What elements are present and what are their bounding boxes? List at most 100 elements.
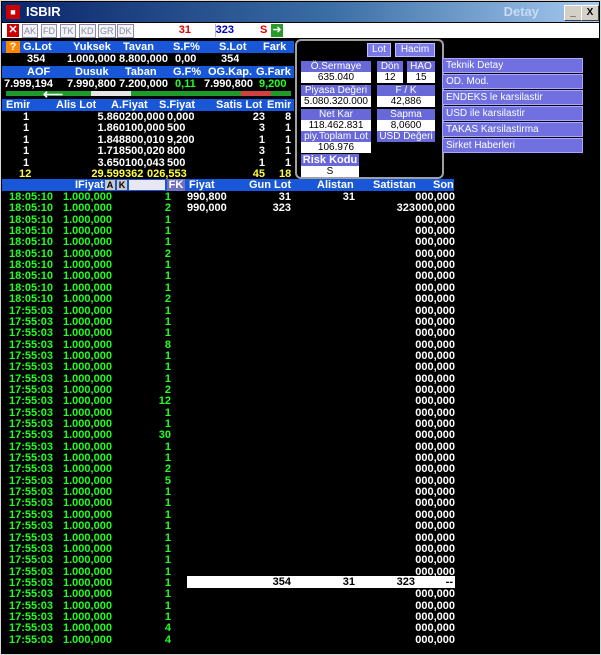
trade-price: 1.000,000 bbox=[63, 576, 112, 589]
sapma-value: 8,0600 bbox=[377, 120, 435, 131]
hacim-button[interactable]: Hacim bbox=[395, 43, 435, 57]
trade-son: 000,000 bbox=[415, 486, 455, 499]
trade-time: 17:55:03 bbox=[9, 349, 54, 362]
trade-price: 1.000,000 bbox=[63, 565, 112, 578]
trade-son: 000,000 bbox=[415, 304, 455, 317]
trade-time: 17:55:03 bbox=[9, 327, 54, 340]
trades-k-toggle[interactable]: K bbox=[117, 180, 127, 190]
trade-price: 1.000,000 bbox=[63, 588, 112, 601]
depth-emir2: 1 bbox=[285, 145, 292, 158]
depth-satislot: 3 bbox=[258, 145, 265, 158]
depth-emir: 1 bbox=[23, 122, 30, 135]
right-scroll-area[interactable] bbox=[583, 39, 599, 653]
trade-price: 1.000,000 bbox=[63, 202, 112, 215]
trade-lot: 2 bbox=[164, 202, 171, 215]
trade-time: 17:55:03 bbox=[9, 406, 54, 419]
trade-son: 000,000 bbox=[415, 508, 455, 521]
minimize-button[interactable]: _ bbox=[564, 5, 582, 21]
help-icon[interactable]: ? bbox=[6, 41, 20, 53]
trade-price: 1.000,000 bbox=[63, 293, 112, 306]
trade-son: 000,000 bbox=[415, 406, 455, 419]
trade-son: 000,000 bbox=[415, 610, 455, 623]
summary-v-glot: 354 bbox=[27, 53, 46, 65]
trade-lot: 1 bbox=[164, 281, 171, 294]
depth-h-sfiyat: S.Fiyat bbox=[159, 99, 196, 111]
trade-lot: 1 bbox=[164, 497, 171, 510]
trade-son: 000,000 bbox=[415, 327, 455, 340]
tab-ak[interactable]: AK bbox=[22, 24, 39, 38]
title-bar[interactable]: ■ ISBIR Detay _ X bbox=[2, 2, 599, 22]
trade-price: 1.000,000 bbox=[63, 633, 112, 646]
tab-dk[interactable]: DK bbox=[117, 24, 134, 38]
risk-kodu-value: S bbox=[301, 166, 359, 177]
usd-compare-button[interactable]: USD ile karsilastir bbox=[442, 106, 583, 121]
trade-son: 000,000 bbox=[415, 338, 455, 351]
teknik-detay-button[interactable]: Teknik Detay bbox=[442, 58, 583, 73]
depth-h-satislot: Satis Lot bbox=[216, 99, 263, 111]
tab-gr[interactable]: GR bbox=[98, 24, 116, 38]
trade-time: 17:55:03 bbox=[9, 474, 54, 487]
trade-lot: 4 bbox=[164, 633, 171, 646]
trade-time: 18:05:10 bbox=[9, 236, 54, 249]
tab-fd[interactable]: FD bbox=[41, 24, 57, 38]
sirket-haberleri-button[interactable]: Sirket Haberleri bbox=[442, 138, 583, 153]
info-panel: Lot Hacim Ö.Sermaye 635.040 Dön 12 HAO 1… bbox=[295, 39, 444, 179]
depth-h-emir: Emir bbox=[6, 99, 31, 111]
trade-lot: 1 bbox=[164, 315, 171, 328]
trade-son: 000,000 bbox=[415, 497, 455, 510]
depth-alislot: 1.718 bbox=[97, 145, 125, 158]
endeks-compare-button[interactable]: ENDEKS le karsilastir bbox=[442, 90, 583, 105]
detail-satistan: 323 bbox=[396, 202, 415, 215]
trade-son: 000,000 bbox=[415, 236, 455, 249]
trade-price: 1.000,000 bbox=[63, 610, 112, 623]
trade-lot: 1 bbox=[164, 610, 171, 623]
od-mod-button[interactable]: OD. Mod. bbox=[442, 74, 583, 89]
trade-lot: 4 bbox=[164, 622, 171, 635]
detail-gunlot: 323 bbox=[272, 202, 291, 215]
trade-time: 18:05:10 bbox=[9, 270, 54, 283]
piyasa-value: 5.080.320.000 bbox=[301, 96, 371, 107]
trade-lot: 30 bbox=[158, 429, 171, 442]
trade-time: 17:55:03 bbox=[9, 486, 54, 499]
trade-son: 000,000 bbox=[415, 531, 455, 544]
trade-son: 000,000 bbox=[415, 225, 455, 238]
arrow-right-icon[interactable]: ➜ bbox=[271, 24, 283, 37]
trades-h-fk[interactable]: FK bbox=[167, 179, 185, 191]
trades-a-toggle[interactable]: A bbox=[105, 180, 115, 190]
lot-button[interactable]: Lot bbox=[367, 43, 391, 57]
trade-son: 000,000 bbox=[415, 599, 455, 612]
tab-tk[interactable]: TK bbox=[60, 24, 76, 38]
trade-lot: 1 bbox=[164, 304, 171, 317]
depth-afiyat: 200,000 bbox=[125, 111, 165, 123]
takas-compare-button[interactable]: TAKAS Karsilastirma bbox=[442, 122, 583, 137]
footer-alistan: 31 bbox=[342, 576, 355, 588]
toolbar-right-value[interactable]: 323 bbox=[194, 24, 234, 37]
netkar-value: 118.462.831 bbox=[301, 120, 371, 131]
trade-price: 1.000,000 bbox=[63, 520, 112, 533]
trade-lot: 8 bbox=[164, 338, 171, 351]
trades-filter-box[interactable] bbox=[129, 180, 165, 190]
trade-price: 1.000,000 bbox=[63, 474, 112, 487]
tab-kd[interactable]: KD bbox=[79, 24, 96, 38]
trade-son: 000,000 bbox=[415, 395, 455, 408]
summary-h-gfark: G.Fark bbox=[256, 66, 291, 78]
trade-price: 1.000,000 bbox=[63, 440, 112, 453]
trade-son: 000,000 bbox=[415, 418, 455, 430]
trade-price: 1.000,000 bbox=[63, 349, 112, 362]
trade-time: 17:55:03 bbox=[9, 383, 54, 396]
trade-lot: 2 bbox=[164, 383, 171, 396]
depth-h-emir2: Emir bbox=[267, 99, 292, 111]
trade-time: 17:55:03 bbox=[9, 554, 54, 567]
trade-lot: 1 bbox=[164, 452, 171, 465]
trade-price: 1.000,000 bbox=[63, 599, 112, 612]
depth-alislot: 5.860 bbox=[97, 111, 125, 123]
trades-h-alistan: Alistan bbox=[317, 179, 354, 191]
window-title: ISBIR bbox=[26, 4, 61, 19]
trade-time: 18:05:10 bbox=[9, 293, 54, 306]
depth-sfiyat: 9,200 bbox=[167, 133, 195, 146]
trade-lot: 1 bbox=[164, 372, 171, 385]
close-button[interactable]: X bbox=[581, 5, 599, 21]
close-x-icon[interactable]: ✕ bbox=[7, 24, 19, 37]
detail-alistan bbox=[319, 202, 355, 214]
summary-h-sf: S.F% bbox=[173, 41, 200, 53]
